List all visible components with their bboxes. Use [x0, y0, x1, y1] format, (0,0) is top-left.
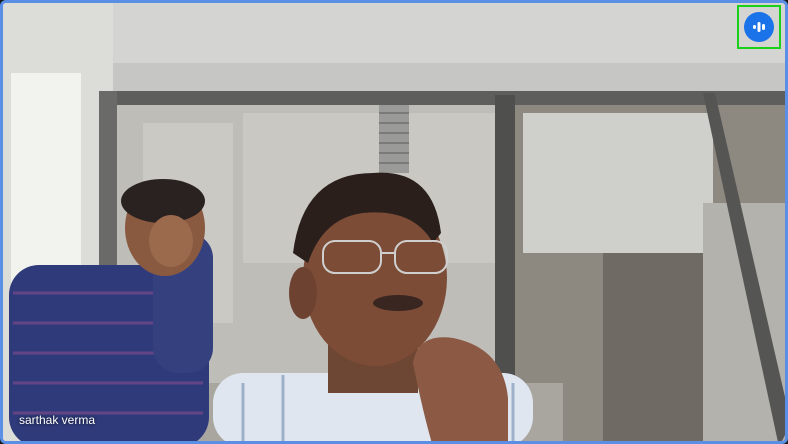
video-feed	[3, 3, 785, 441]
audio-level-icon	[744, 12, 774, 42]
participant-name: sarthak verma	[19, 413, 96, 427]
speaking-indicator[interactable]	[737, 5, 781, 49]
participant-video-tile[interactable]: sarthak verma	[0, 0, 788, 444]
